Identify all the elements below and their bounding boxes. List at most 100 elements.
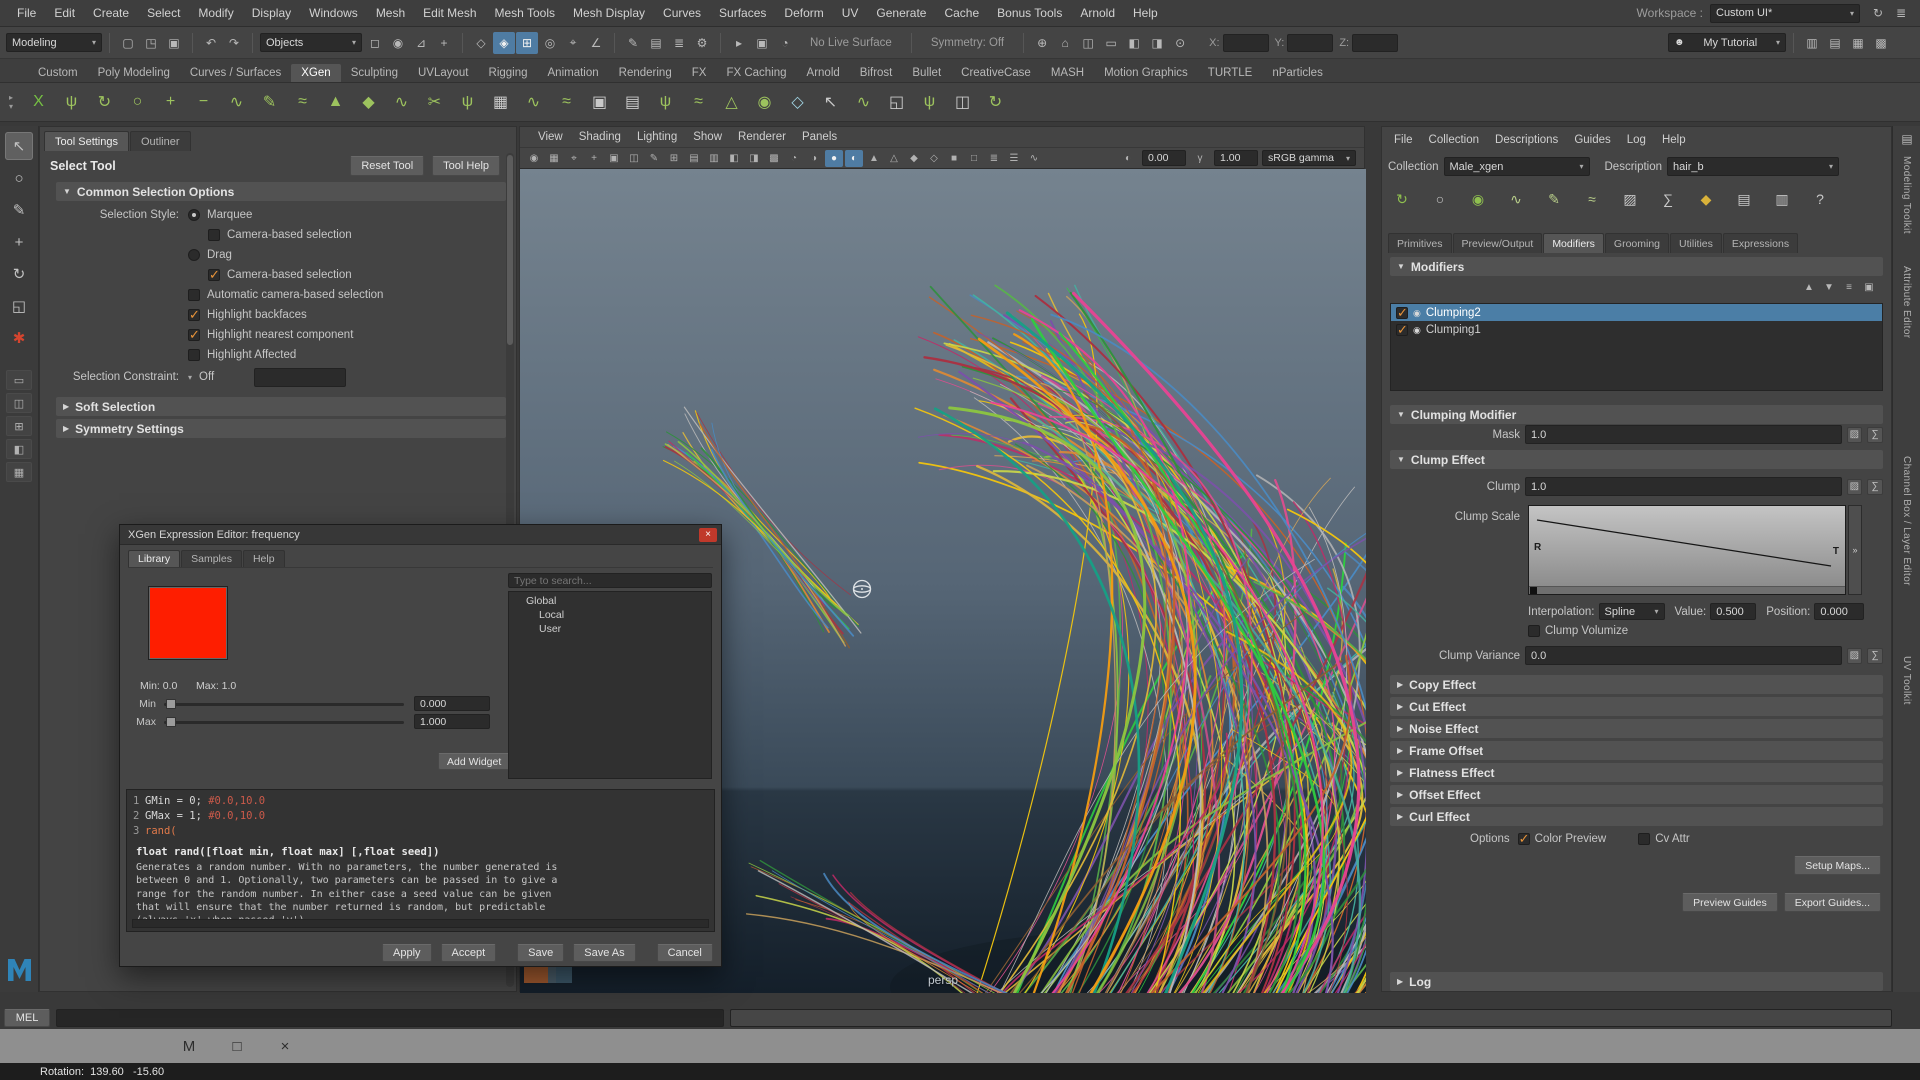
sculpt-guides-icon[interactable]: ✎	[254, 87, 285, 118]
menu-item[interactable]: Windows	[300, 0, 367, 27]
outliner-persp-layout-button[interactable]: ◧	[6, 439, 32, 459]
code-line[interactable]: 3 rand(	[127, 823, 714, 838]
ramp-handle[interactable]	[1530, 587, 1537, 594]
viewport-menu-item[interactable]: Renderer	[730, 131, 794, 143]
pan-zoom-2d-icon[interactable]: ◫	[625, 150, 643, 167]
create-description-icon[interactable]: ψ	[56, 87, 87, 118]
x-coordinate-input[interactable]	[1223, 34, 1269, 52]
modifier-enabled-checkbox[interactable]	[1396, 324, 1408, 336]
isolate-select-icon[interactable]: ≣	[985, 150, 1003, 167]
shelf-tab[interactable]: UVLayout	[408, 64, 479, 82]
option-control[interactable]	[188, 309, 200, 321]
xgen-tab[interactable]: Utilities	[1670, 233, 1722, 253]
modifier-row[interactable]: Clumping2	[1391, 304, 1882, 321]
reset-tool-button[interactable]: Reset Tool	[350, 156, 424, 176]
xgen-tab[interactable]: Preview/Output	[1453, 233, 1543, 253]
browse-modifier-icon[interactable]: ▣	[1861, 280, 1877, 294]
shadows-icon[interactable]: ◆	[905, 150, 923, 167]
dock-tab[interactable]: Attribute Editor	[1901, 266, 1912, 339]
code-scrollbar[interactable]	[132, 919, 709, 928]
rotate-tool[interactable]: ↻	[5, 260, 33, 288]
scrollbar-thumb[interactable]	[507, 155, 513, 345]
effect-section-header[interactable]: ▶ Offset Effect	[1390, 785, 1883, 804]
description-dropdown[interactable]: hair_b▾	[1667, 157, 1839, 176]
max-value-input[interactable]	[414, 714, 490, 729]
selection-option-row[interactable]: Camera-based selection	[40, 225, 510, 245]
pose-brush-icon[interactable]: ψ	[914, 87, 945, 118]
dialog-button[interactable]: Save	[517, 944, 564, 962]
option-control[interactable]	[188, 249, 200, 261]
motion-blur-icon[interactable]: ■	[945, 150, 963, 167]
panel-tab[interactable]: Tool Settings	[44, 131, 129, 151]
lasso-select-tool[interactable]: ○	[5, 164, 33, 192]
option-control[interactable]	[188, 289, 200, 301]
live-icon[interactable]: ⊙	[1169, 32, 1191, 54]
setup-maps-button[interactable]: Setup Maps...	[1794, 856, 1881, 875]
clump-expression-button[interactable]: ∑	[1867, 479, 1883, 495]
smooth-shade-icon[interactable]: ◐	[845, 150, 863, 167]
maya-app-icon[interactable]: M	[175, 1032, 203, 1060]
menu-item[interactable]: UV	[833, 0, 868, 27]
open-scene-icon[interactable]: ◳	[140, 32, 162, 54]
selection-option-row[interactable]: Selection Style: Marquee	[40, 205, 510, 225]
select-camera-icon[interactable]: ◉	[525, 150, 543, 167]
image-plane-icon[interactable]: ▣	[605, 150, 623, 167]
curves-to-guides-icon[interactable]: ∿	[518, 87, 549, 118]
editor-tab[interactable]: Library	[128, 550, 180, 567]
two-pane-layout-button[interactable]: ◫	[6, 393, 32, 413]
xgen-help-icon[interactable]: ?	[1806, 185, 1834, 213]
slider-handle[interactable]	[166, 717, 176, 727]
anti-alias-icon[interactable]: □	[965, 150, 983, 167]
snap-to-projected-center-icon[interactable]: ◎	[539, 32, 561, 54]
workspace-reset-icon[interactable]: ↻	[1867, 2, 1889, 24]
select-tool[interactable]: ↖	[5, 132, 33, 160]
exposure-icon[interactable]: ◐	[1119, 150, 1137, 167]
select-component-icon[interactable]: ⊿	[410, 32, 432, 54]
shelf-tab[interactable]: nParticles	[1262, 64, 1333, 82]
clump-map-button[interactable]: ▨	[1847, 479, 1863, 495]
selection-option-row[interactable]: Automatic camera-based selection	[40, 285, 510, 305]
effect-section-header[interactable]: ▶ Flatness Effect	[1390, 763, 1883, 782]
option-control[interactable]	[188, 209, 200, 221]
comb-guides-icon[interactable]: ∿	[221, 87, 252, 118]
home-icon[interactable]: ⌂	[1054, 32, 1076, 54]
log-section-header[interactable]: ▶ Log	[1390, 972, 1883, 991]
soft-selection-header[interactable]: ▶ Soft Selection	[56, 397, 506, 416]
render-icon[interactable]: ▸	[728, 32, 750, 54]
min-slider[interactable]	[164, 699, 404, 709]
preview-guides-button[interactable]: Preview Guides	[1682, 893, 1778, 912]
width-brush-icon[interactable]: ◉	[749, 87, 780, 118]
camera-attributes-icon[interactable]: ⌖	[565, 150, 583, 167]
expression-preview-swatch[interactable]	[148, 586, 228, 660]
collection-dropdown[interactable]: Male_xgen▾	[1444, 157, 1590, 176]
menu-item[interactable]: Curves	[654, 0, 710, 27]
viewport-menu-item[interactable]: Show	[685, 131, 730, 143]
xgen-brush-tool[interactable]: ✱	[5, 324, 33, 352]
settings-gear-icon[interactable]: ⚙	[691, 32, 713, 54]
noise-tool-icon[interactable]: ∿	[386, 87, 417, 118]
z-coordinate-input[interactable]	[1352, 34, 1398, 52]
clump-scale-ramp[interactable]: R T	[1528, 505, 1846, 595]
selection-option-row[interactable]: Highlight Affected	[40, 345, 510, 365]
modifiers-section-header[interactable]: ▼ Modifiers	[1390, 257, 1883, 276]
place-guides-icon[interactable]: ψ	[452, 87, 483, 118]
interpolation-dropdown[interactable]: Spline▾	[1599, 603, 1665, 620]
multi-pane-layout-button[interactable]: ▦	[6, 462, 32, 482]
frame-icon[interactable]: ▭	[1100, 32, 1122, 54]
xgen-export-icon[interactable]: ▤	[1730, 185, 1758, 213]
resolution-gate-icon[interactable]: ▥	[705, 150, 723, 167]
mirror-brush-icon[interactable]: ◫	[947, 87, 978, 118]
ramp-point-label[interactable]: R	[1534, 542, 1541, 553]
dialog-button[interactable]: Cancel	[657, 944, 713, 962]
scale-brush-icon[interactable]: ◱	[881, 87, 912, 118]
toggle-attribute-editor-icon[interactable]: ▤	[1824, 32, 1846, 54]
convert-primitives-icon[interactable]: ▦	[485, 87, 516, 118]
xgen-menu-item[interactable]: Guides	[1566, 130, 1618, 149]
workspace-menu-icon[interactable]: ≣	[1890, 2, 1912, 24]
editor-icon[interactable]: ▤	[645, 32, 667, 54]
dialog-button[interactable]: Save As	[573, 944, 635, 962]
ramp-position-input[interactable]	[1814, 603, 1864, 620]
wireframe-icon[interactable]: ●	[825, 150, 843, 167]
selection-option-row[interactable]: Highlight backfaces	[40, 305, 510, 325]
shelf-tab[interactable]: MASH	[1041, 64, 1094, 82]
